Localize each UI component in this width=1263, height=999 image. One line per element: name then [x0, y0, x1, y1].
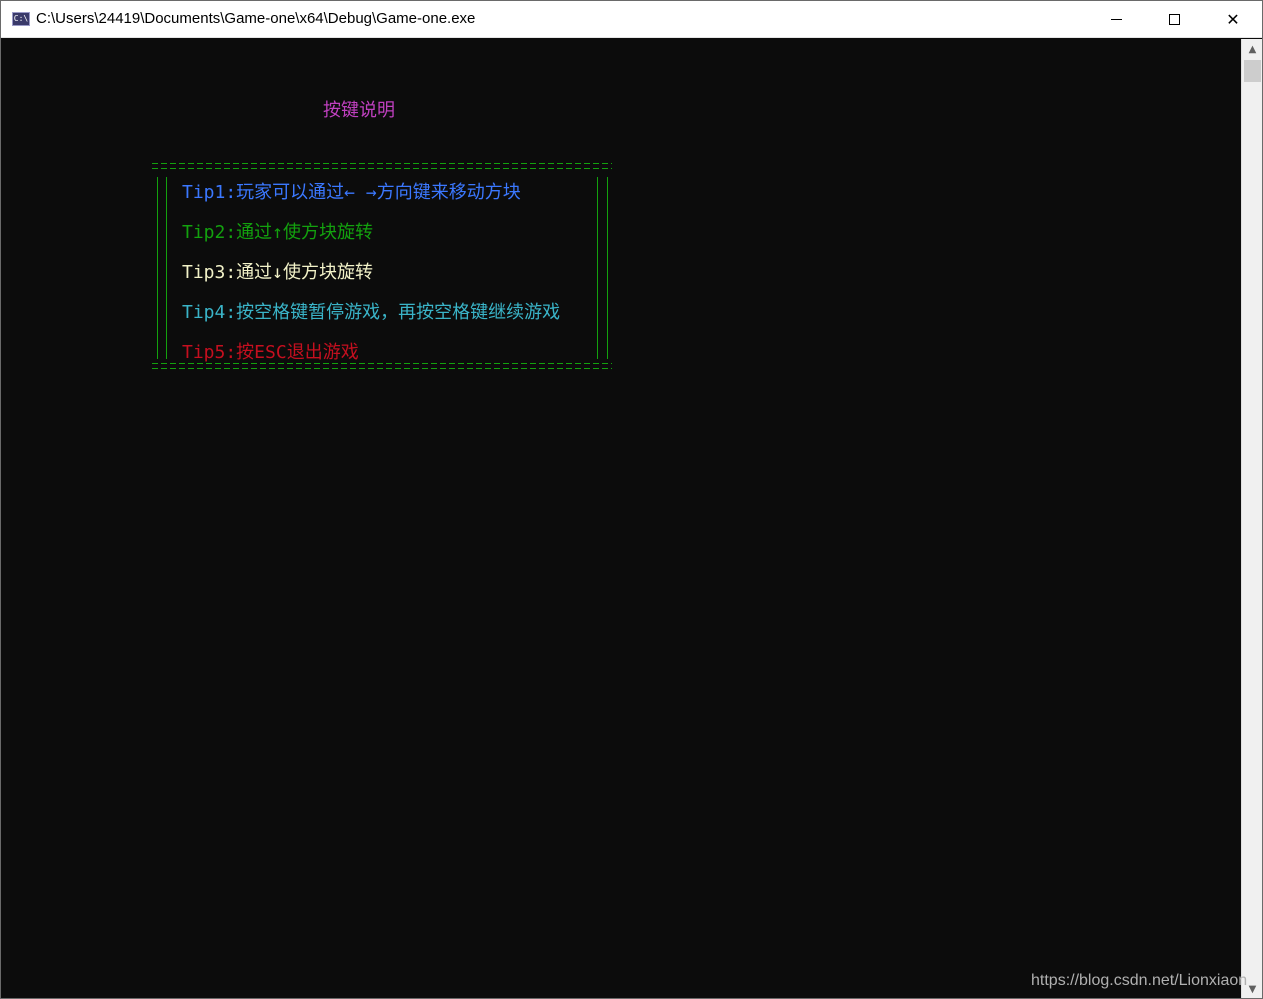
watermark-text: https://blog.csdn.net/Lionxiaon	[1031, 972, 1248, 989]
tip-3: Tip3:通过↓使方块旋转	[182, 262, 374, 283]
tip-5: Tip5:按ESC退出游戏	[182, 342, 359, 363]
tip-4: Tip4:按空格键暂停游戏，再按空格键继续游戏	[182, 302, 561, 323]
border-right-outer	[607, 177, 608, 359]
minimize-button[interactable]	[1087, 1, 1145, 38]
chevron-up-icon: ▲	[1248, 43, 1257, 55]
window-title: C:\Users\24419\Documents\Game-one\x64\De…	[36, 10, 476, 27]
close-icon: ✕	[1226, 10, 1240, 29]
border-right-inner	[597, 177, 598, 359]
console-output[interactable]: 按键说明 Tip1:玩家可以通过← →方向键来移动方块 Tip2:通过↑使方块旋…	[1, 39, 1241, 998]
chevron-down-icon: ▼	[1248, 983, 1257, 995]
border-bottom	[152, 363, 612, 369]
close-button[interactable]: ✕	[1204, 1, 1262, 38]
tip-2: Tip2:通过↑使方块旋转	[182, 222, 374, 243]
border-top	[152, 163, 612, 169]
border-left-inner	[166, 177, 167, 359]
minimize-icon	[1110, 19, 1122, 20]
border-left-outer	[157, 177, 158, 359]
scrollbar-thumb[interactable]	[1244, 60, 1261, 82]
instructions-heading: 按键说明	[323, 100, 395, 121]
maximize-icon	[1168, 14, 1180, 25]
scroll-up-button[interactable]: ▲	[1242, 39, 1262, 59]
tip-1: Tip1:玩家可以通过← →方向键来移动方块	[182, 182, 521, 203]
console-app-icon[interactable]: C:\	[12, 12, 30, 26]
vertical-scrollbar[interactable]: ▲ ▼	[1241, 39, 1262, 998]
title-bar[interactable]: C:\ C:\Users\24419\Documents\Game-one\x6…	[1, 1, 1262, 38]
console-window: C:\ C:\Users\24419\Documents\Game-one\x6…	[0, 0, 1263, 999]
maximize-button[interactable]	[1145, 1, 1203, 38]
